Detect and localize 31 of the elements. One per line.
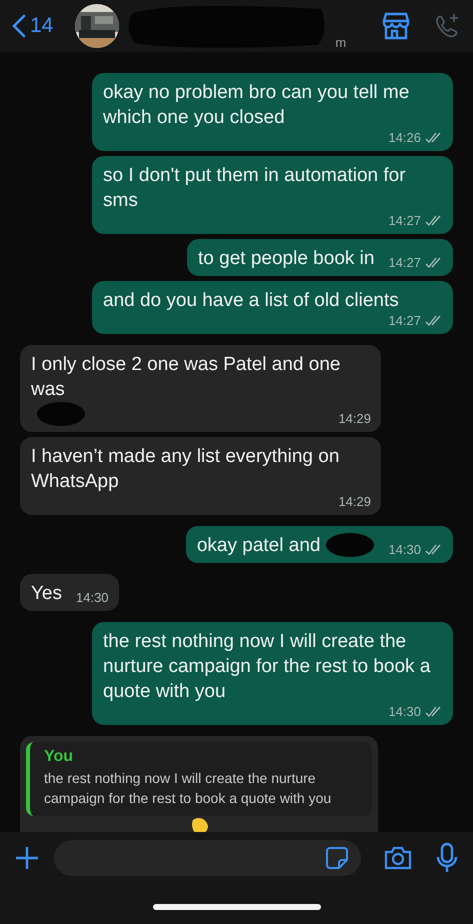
message-text: Yes bbox=[31, 582, 62, 606]
back-button[interactable]: 14 bbox=[12, 14, 54, 38]
camera-icon[interactable] bbox=[383, 845, 413, 871]
message-text: to get people book in bbox=[198, 247, 374, 271]
store-icon[interactable] bbox=[381, 12, 411, 40]
message-time: 14:27 bbox=[388, 313, 421, 329]
quote-author: You bbox=[44, 748, 74, 766]
message-input-field[interactable] bbox=[54, 840, 361, 876]
message-time: 14:29 bbox=[338, 411, 371, 427]
sticker-icon[interactable] bbox=[325, 846, 349, 870]
microphone-icon[interactable] bbox=[435, 842, 459, 874]
message-time: 14:27 bbox=[388, 255, 421, 271]
message-text: okay patel and bbox=[196, 534, 320, 558]
chevron-left-icon bbox=[12, 14, 26, 38]
message-time: 14:27 bbox=[388, 213, 421, 229]
message-text: I only close 2 one was Patel and one was bbox=[31, 353, 342, 402]
message-time: 14:30 bbox=[388, 542, 421, 558]
message-time: 14:30 bbox=[76, 590, 109, 606]
message-text: I haven’t made any list everything on WhatsApp bbox=[31, 445, 340, 494]
message-text: and do you have a list of old clients bbox=[103, 289, 399, 313]
quote-text: the rest nothing now I will create the nurture campaign for the rest to book a quote with you bbox=[44, 769, 332, 808]
message-time: 14:30 bbox=[388, 704, 421, 720]
emoji-icon bbox=[190, 816, 210, 832]
message-text: okay no problem bro can you tell me which one you closed bbox=[103, 81, 410, 130]
contact-subtitle: m bbox=[335, 35, 346, 50]
message-text: the rest nothing now I will create the nurture campaign for the rest to book a quote with you bbox=[103, 630, 432, 704]
message-text: so I don't put them in automation for sms bbox=[103, 164, 407, 213]
plus-icon[interactable] bbox=[14, 845, 40, 871]
quoted-message[interactable]: You the rest nothing now I will create the nurture campaign for the rest to book a quote with you bbox=[26, 742, 372, 816]
message-time: 14:26 bbox=[388, 130, 421, 146]
message-time: 14:29 bbox=[338, 494, 371, 510]
